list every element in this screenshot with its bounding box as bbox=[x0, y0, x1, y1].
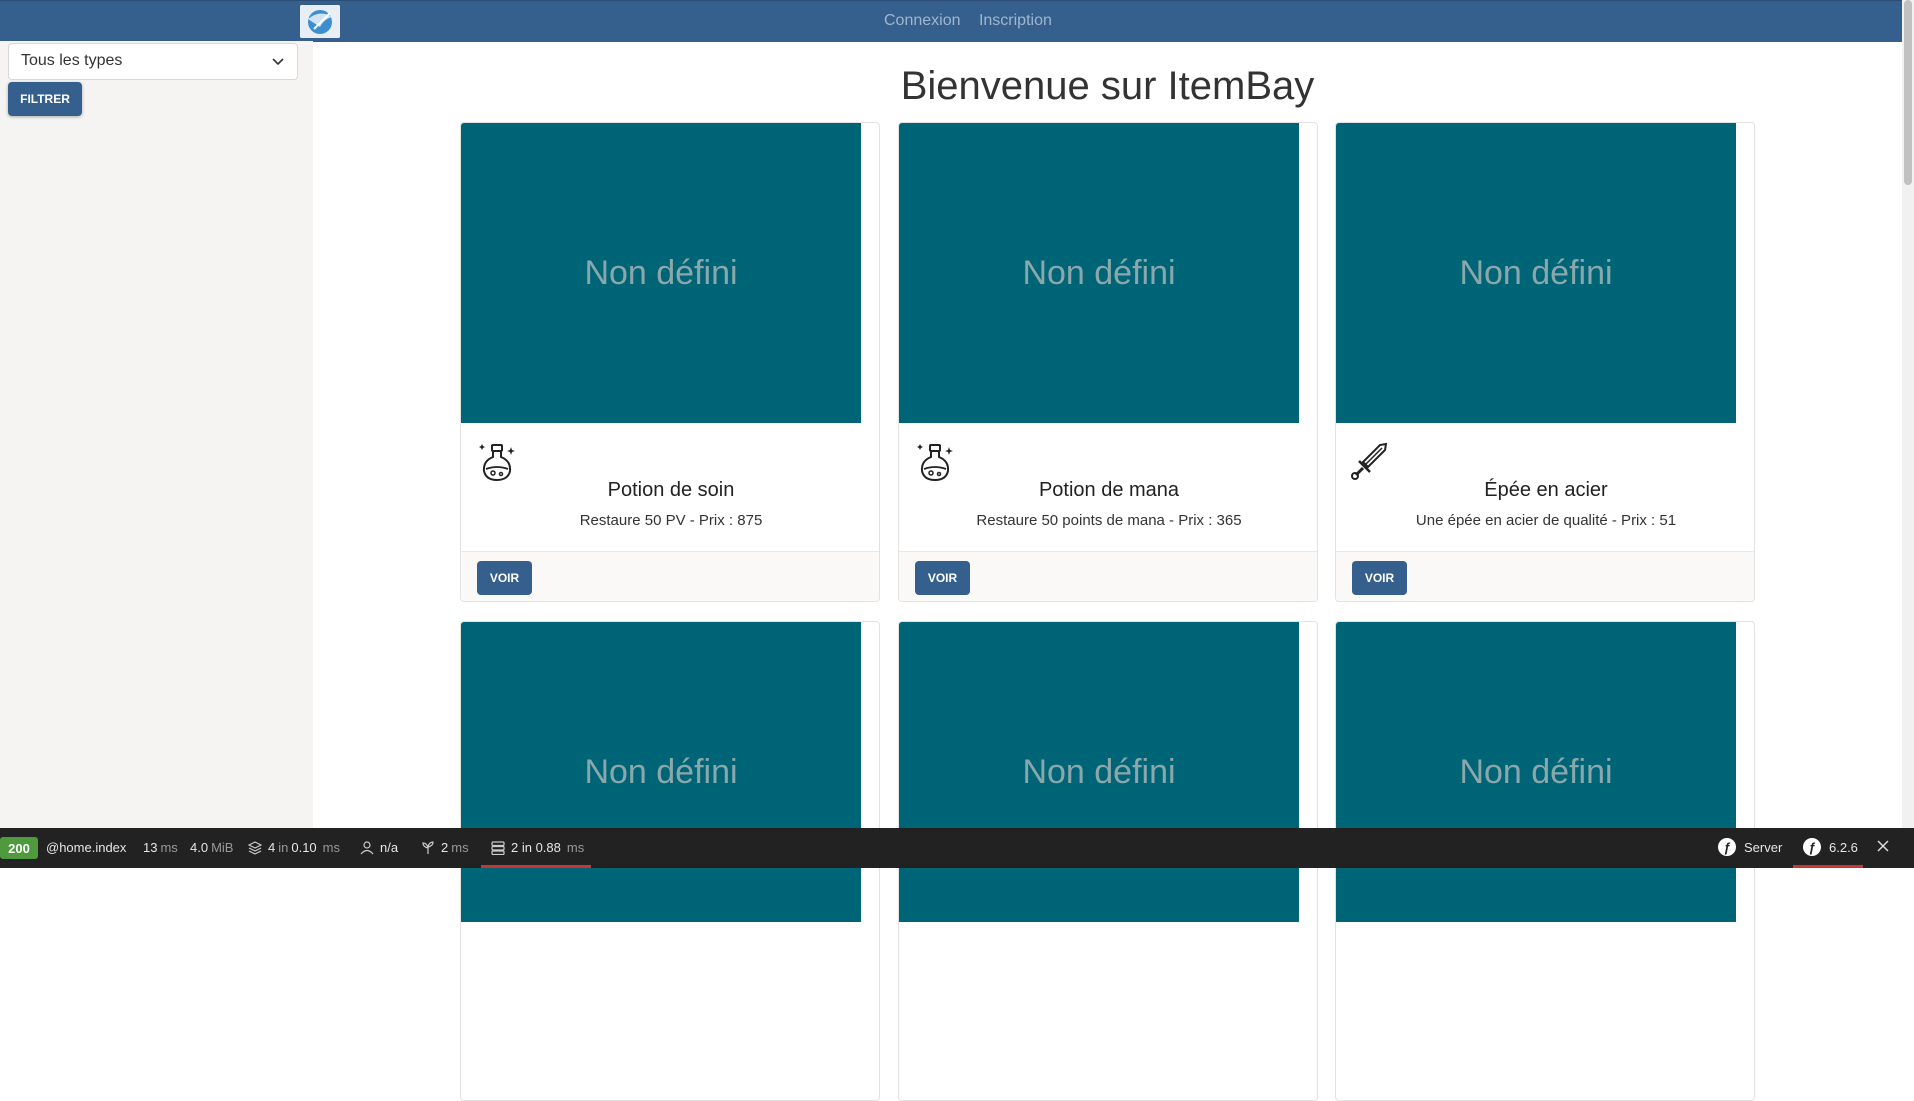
route-item[interactable]: @home.index bbox=[46, 840, 126, 855]
register-link[interactable]: Inscription bbox=[979, 12, 1052, 29]
card-title: Potion de mana bbox=[1038, 479, 1180, 501]
top-navbar: Connexion Inscription bbox=[0, 0, 1902, 42]
filter-button[interactable]: FILTRER bbox=[8, 82, 82, 116]
view-button[interactable]: VOIR bbox=[915, 561, 970, 595]
layers-icon bbox=[248, 840, 262, 855]
user-value: n/a bbox=[380, 840, 399, 855]
card-image: Non défini bbox=[899, 622, 1299, 922]
status-badge[interactable]: 200 bbox=[0, 837, 38, 859]
card-description: Restaure 50 points de mana - Prix : 365 bbox=[976, 512, 1242, 529]
page-title: Bienvenue sur ItemBay bbox=[900, 64, 1315, 108]
item-card: Non défini Épée en acier Une épée en aci… bbox=[1335, 122, 1755, 602]
card-image: Non défini bbox=[899, 123, 1299, 423]
card-image: Non défini bbox=[461, 123, 861, 423]
chevron-down-icon bbox=[272, 58, 284, 66]
server-item[interactable]: ƒ Server bbox=[1718, 838, 1782, 856]
user-item[interactable]: n/a bbox=[360, 840, 398, 855]
card-image: Non défini bbox=[1336, 123, 1736, 423]
card-image: Non défini bbox=[1336, 622, 1736, 922]
potion-icon bbox=[917, 444, 953, 482]
twig-value: 2 bbox=[441, 840, 449, 855]
card-footer: VOIR bbox=[899, 551, 1317, 601]
item-card: Non défini Potion de mana Restaure 50 po… bbox=[898, 122, 1318, 602]
item-card: Non défini Potion de soin Restaure 50 PV… bbox=[460, 122, 880, 602]
database-item[interactable]: 2 in 0.88 ms bbox=[491, 840, 584, 855]
card-footer: VOIR bbox=[1336, 551, 1754, 601]
debug-toolbar: 200 @home.index 13 ms 4.0 MiB 4 in 0.10 … bbox=[0, 828, 1914, 868]
card-image: Non défini bbox=[461, 622, 861, 922]
card-description: Restaure 50 PV - Prix : 875 bbox=[579, 512, 763, 529]
route-name: @home.index bbox=[46, 840, 127, 855]
memory-item[interactable]: 4.0 MiB bbox=[190, 840, 233, 855]
cache-item[interactable]: 4 in 0.10 ms bbox=[248, 840, 340, 855]
twig-icon bbox=[422, 840, 434, 854]
version-item[interactable]: ƒ 6.2.6 bbox=[1803, 838, 1858, 856]
cache-count: 4 bbox=[268, 840, 276, 855]
database-unit: ms bbox=[566, 840, 585, 855]
nav-links: Connexion Inscription bbox=[884, 12, 1066, 30]
symfony-version: 6.2.6 bbox=[1829, 839, 1858, 855]
memory-value: 4.0 bbox=[190, 840, 209, 855]
view-button[interactable]: VOIR bbox=[477, 561, 532, 595]
sword-icon bbox=[1351, 442, 1388, 480]
card-footer: VOIR bbox=[461, 551, 879, 601]
card-title: Épée en acier bbox=[1484, 479, 1608, 501]
symfony-logo-icon: ƒ bbox=[1718, 838, 1736, 856]
twig-unit: ms bbox=[451, 840, 469, 855]
memory-unit: MiB bbox=[211, 840, 234, 855]
twig-item[interactable]: 2 ms bbox=[421, 840, 469, 855]
time-unit: ms bbox=[160, 840, 178, 855]
close-toolbar-button[interactable] bbox=[1876, 839, 1890, 853]
close-icon bbox=[1877, 840, 1889, 852]
time-value: 13 bbox=[143, 840, 158, 855]
database-queries: 2 in 0.88 bbox=[511, 840, 561, 855]
cache-in: in bbox=[278, 840, 289, 855]
view-button[interactable]: VOIR bbox=[1352, 561, 1407, 595]
cache-unit: ms bbox=[322, 840, 341, 855]
login-link[interactable]: Connexion bbox=[884, 12, 961, 29]
type-select-value: Tous les types bbox=[21, 52, 123, 69]
potion-icon bbox=[479, 444, 515, 482]
user-icon bbox=[360, 840, 374, 854]
card-description: Une épée en acier de qualité - Prix : 51 bbox=[1415, 512, 1677, 529]
server-label: Server bbox=[1744, 839, 1783, 855]
card-title: Potion de soin bbox=[607, 479, 735, 501]
page-scrollbar[interactable] bbox=[1902, 0, 1914, 828]
database-icon bbox=[491, 840, 505, 855]
cache-time: 0.10 bbox=[291, 840, 317, 855]
type-select[interactable]: Tous les types bbox=[8, 43, 298, 80]
scrollbar-thumb[interactable] bbox=[1904, 0, 1912, 185]
sidebar: Tous les types FILTRER bbox=[0, 41, 313, 828]
symfony-logo-icon: ƒ bbox=[1803, 838, 1821, 856]
site-logo[interactable] bbox=[300, 5, 340, 38]
time-item[interactable]: 13 ms bbox=[143, 840, 178, 855]
